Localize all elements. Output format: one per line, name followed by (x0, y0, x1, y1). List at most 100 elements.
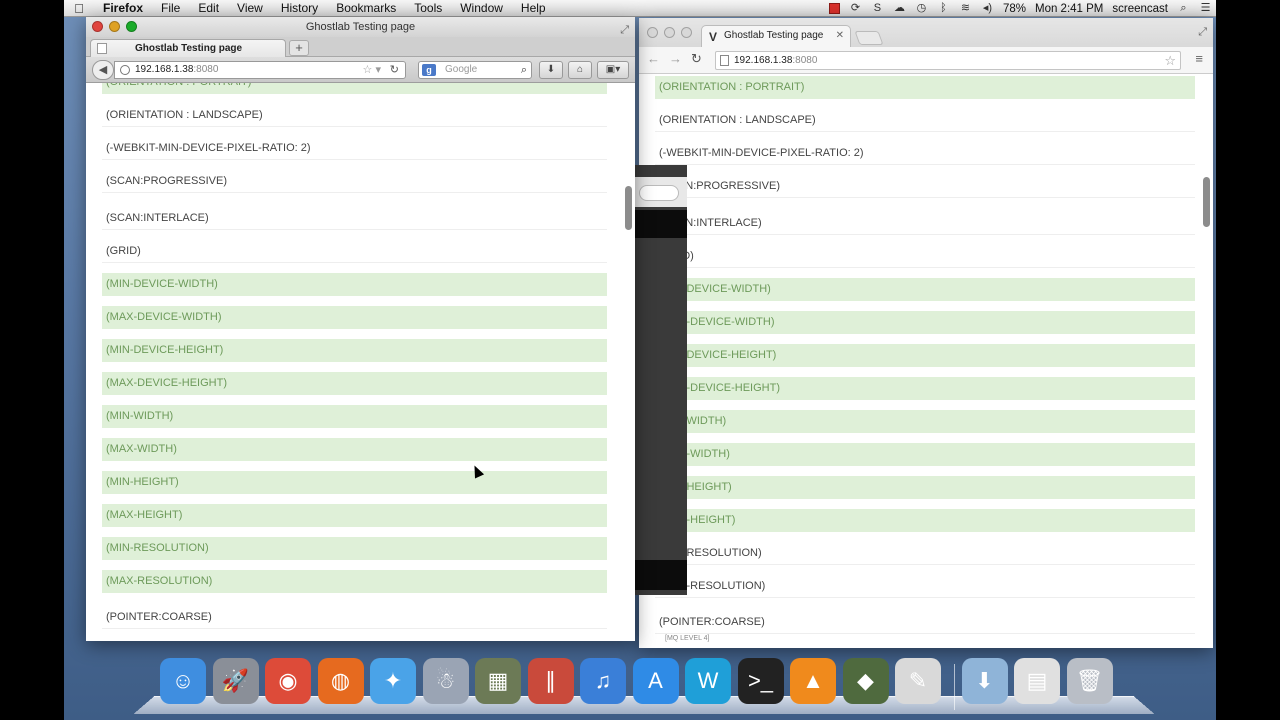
chrome-icon[interactable]: ◉ (265, 658, 311, 704)
mq-row: (-WEBKIT-MIN-DEVICE-PIXEL-RATIO: 2) (655, 142, 1195, 165)
textedit-icon[interactable]: ✎ (895, 658, 941, 704)
mq-row: (MAX-DEVICE-WIDTH) (655, 311, 1195, 334)
finder-icon[interactable]: ☺ (160, 658, 206, 704)
menu-firefox[interactable]: Firefox (94, 1, 152, 15)
dock: ☺ 🚀 ◉ ◍ ✦ ☃ ▦ ∥ ♫ A W >_ ▲ ◆ ✎ ⬇ ▤ 🗑 (133, 650, 1155, 720)
mq-row: (POINTER:COARSE) (102, 606, 607, 629)
user-menu[interactable]: screencast (1112, 3, 1168, 15)
zoom-button[interactable] (126, 21, 137, 32)
address-bar[interactable]: 192.168.1.38:8080 ☆ ▾ ↻ (114, 61, 406, 79)
chrome-menu-icon[interactable]: ≡ (1195, 51, 1203, 66)
mq-row: (GRID) (655, 245, 1195, 268)
url-host: 192.168.1.38 (135, 64, 194, 75)
new-tab-button[interactable]: + (289, 40, 309, 56)
url-host: 192.168.1.38 (734, 55, 793, 66)
reload-icon[interactable]: ↻ (390, 62, 399, 78)
documents-stack-icon[interactable]: ▤ (1014, 658, 1060, 704)
home-button[interactable]: ⌂ (568, 61, 592, 79)
menu-history[interactable]: History (272, 1, 327, 15)
mq-row: (MAX-DEVICE-WIDTH) (102, 306, 607, 329)
downloads-folder-icon[interactable]: ⬇ (961, 658, 1008, 704)
bookmark-star-icon[interactable]: ☆ (1164, 52, 1176, 69)
trash-icon[interactable]: 🗑 (1066, 658, 1113, 704)
search-input[interactable]: g Google ⌕ (418, 61, 532, 79)
vlc-icon[interactable]: ▲ (790, 658, 836, 704)
firefox-tabstrip: Ghostlab Testing page + (86, 37, 635, 58)
cloud-icon[interactable]: ☁ (893, 3, 906, 14)
mq-row: (MIN-RESOLUTION) (655, 542, 1195, 565)
bluetooth-icon[interactable]: ᛒ (937, 3, 950, 14)
downloads-button[interactable]: ⬇ (539, 61, 563, 79)
clock[interactable]: Mon 2:41 PM (1035, 3, 1103, 15)
minimize-button[interactable] (664, 27, 675, 38)
firefox-page-content: (ORIENTATION : PORTRAIT) (ORIENTATION : L… (86, 83, 635, 641)
scrollbar[interactable] (625, 186, 632, 230)
zoom-button[interactable] (681, 27, 692, 38)
ghostlab-favicon-icon: V (709, 30, 718, 44)
mq-row: (MAX-DEVICE-HEIGHT) (102, 372, 607, 395)
menu-help[interactable]: Help (512, 1, 555, 15)
menu-tools[interactable]: Tools (405, 1, 451, 15)
search-icon[interactable]: ⌕ (521, 62, 527, 78)
menu-window[interactable]: Window (451, 1, 512, 15)
apple-menu-icon[interactable]:  (64, 1, 94, 16)
parallels-icon[interactable]: ∥ (527, 658, 574, 704)
menu-view[interactable]: View (228, 1, 272, 15)
background-window (635, 165, 687, 595)
itunes-icon[interactable]: ♫ (580, 658, 626, 704)
safari-icon[interactable]: ✦ (370, 658, 416, 704)
wifi-icon[interactable]: ≋ (959, 3, 972, 14)
notification-center-icon[interactable]: ☰ (1199, 3, 1212, 14)
coda-icon[interactable]: W (685, 658, 731, 704)
colorsync-icon[interactable]: ◆ (842, 658, 889, 704)
minimize-button[interactable] (109, 21, 120, 32)
google-search-engine-icon[interactable]: g (422, 64, 436, 76)
menu-button[interactable]: ▣▾ (597, 61, 629, 79)
chrome-tabstrip: V Ghostlab Testing page ✕ ⤢ (639, 18, 1213, 48)
menu-edit[interactable]: Edit (189, 1, 228, 15)
skype-icon[interactable]: S (871, 3, 884, 14)
close-tab-icon[interactable]: ✕ (836, 26, 844, 46)
back-icon[interactable]: ← (647, 51, 660, 66)
volume-icon[interactable]: ◂) (981, 3, 994, 14)
menu-bookmarks[interactable]: Bookmarks (327, 1, 405, 15)
chrome-window: V Ghostlab Testing page ✕ ⤢ ← → ↻ 192.16… (639, 18, 1213, 648)
mq-row: (MAX-WIDTH) (102, 438, 607, 461)
mq-row: (POINTER:COARSE) (655, 611, 1195, 634)
recording-icon[interactable] (828, 3, 840, 14)
mq-row: (MIN-HEIGHT) (655, 476, 1195, 499)
app-store-icon[interactable]: A (632, 658, 679, 704)
mq-row: (MIN-DEVICE-HEIGHT) (655, 344, 1195, 367)
address-bar[interactable]: 192.168.1.38:8080 ☆ (715, 51, 1181, 70)
terminal-icon[interactable]: >_ (737, 658, 784, 704)
mq-row: (MIN-DEVICE-HEIGHT) (102, 339, 607, 362)
sync-icon[interactable]: ⟳ (849, 3, 862, 14)
ghostlab-icon[interactable]: ☃ (422, 658, 469, 704)
spotlight-icon[interactable]: ⌕ (1177, 3, 1190, 14)
mq-row: (MAX-DEVICE-HEIGHT) (655, 377, 1195, 400)
chrome-tab[interactable]: V Ghostlab Testing page ✕ (701, 25, 851, 48)
mq-row: (GRID) (102, 240, 607, 263)
fullscreen-icon[interactable]: ⤢ (1198, 26, 1207, 39)
mq-row: (MAX-HEIGHT) (655, 509, 1195, 532)
battery-indicator[interactable]: 78% (1003, 3, 1026, 15)
reload-icon[interactable]: ↻ (691, 51, 702, 67)
bookmark-star-icon[interactable]: ☆ ▾ (363, 62, 381, 78)
firefox-tab[interactable]: Ghostlab Testing page (90, 39, 286, 58)
menu-file[interactable]: File (152, 1, 189, 15)
mq-row: (MIN-WIDTH) (102, 405, 607, 428)
scrollbar[interactable] (1203, 177, 1210, 227)
close-button[interactable] (92, 21, 103, 32)
tab-favicon-icon (97, 43, 107, 54)
timemachine-icon[interactable]: ◷ (915, 3, 928, 14)
launchpad-icon[interactable]: 🚀 (212, 658, 259, 704)
firefox-icon[interactable]: ◍ (317, 658, 364, 704)
search-placeholder: Google (445, 64, 478, 75)
photo-browser-icon[interactable]: ▦ (475, 658, 521, 704)
close-button[interactable] (647, 27, 658, 38)
back-button[interactable]: ◀ (92, 60, 114, 80)
forward-icon[interactable]: → (669, 51, 682, 66)
mq-row: (ORIENTATION : PORTRAIT) (102, 83, 607, 94)
site-identity-icon[interactable] (120, 65, 130, 75)
new-tab-button[interactable] (854, 31, 884, 45)
